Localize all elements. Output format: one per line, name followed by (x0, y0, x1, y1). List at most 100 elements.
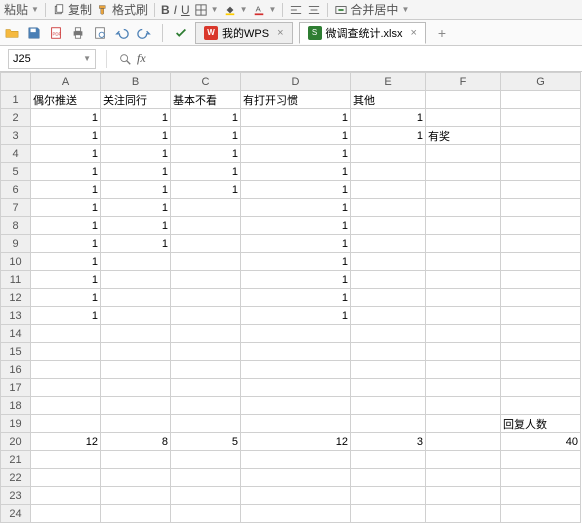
add-tab-button[interactable]: + (432, 25, 452, 41)
cell-A18[interactable] (31, 397, 101, 415)
row-header-22[interactable]: 22 (1, 469, 31, 487)
row-header-14[interactable]: 14 (1, 325, 31, 343)
cell-B21[interactable] (101, 451, 171, 469)
row-header-20[interactable]: 20 (1, 433, 31, 451)
cell-B9[interactable]: 1 (101, 235, 171, 253)
cell-C19[interactable] (171, 415, 241, 433)
cell-E2[interactable]: 1 (351, 109, 426, 127)
cell-E5[interactable] (351, 163, 426, 181)
cell-A7[interactable]: 1 (31, 199, 101, 217)
row-header-9[interactable]: 9 (1, 235, 31, 253)
cell-G4[interactable] (501, 145, 581, 163)
cell-E23[interactable] (351, 487, 426, 505)
cell-E20[interactable]: 3 (351, 433, 426, 451)
cell-E4[interactable] (351, 145, 426, 163)
cell-F24[interactable] (426, 505, 501, 523)
column-header-F[interactable]: F (426, 73, 501, 91)
cell-G20[interactable]: 40 (501, 433, 581, 451)
print-preview-button[interactable] (92, 25, 108, 41)
format-painter-button[interactable]: 格式刷 (96, 1, 148, 18)
cell-G18[interactable] (501, 397, 581, 415)
cell-A21[interactable] (31, 451, 101, 469)
cell-E19[interactable] (351, 415, 426, 433)
row-header-18[interactable]: 18 (1, 397, 31, 415)
cell-G10[interactable] (501, 253, 581, 271)
cell-F10[interactable] (426, 253, 501, 271)
cell-D4[interactable]: 1 (241, 145, 351, 163)
cell-A2[interactable]: 1 (31, 109, 101, 127)
cell-F7[interactable] (426, 199, 501, 217)
tab-my-wps[interactable]: W 我的WPS × (195, 22, 293, 44)
cell-E12[interactable] (351, 289, 426, 307)
row-header-1[interactable]: 1 (1, 91, 31, 109)
save-button[interactable] (26, 25, 42, 41)
cell-G19[interactable]: 回复人数 (501, 415, 581, 433)
row-header-23[interactable]: 23 (1, 487, 31, 505)
cell-E10[interactable] (351, 253, 426, 271)
cell-D15[interactable] (241, 343, 351, 361)
cell-F8[interactable] (426, 217, 501, 235)
cell-A15[interactable] (31, 343, 101, 361)
cell-G9[interactable] (501, 235, 581, 253)
cell-B23[interactable] (101, 487, 171, 505)
cell-E6[interactable] (351, 181, 426, 199)
cell-B19[interactable] (101, 415, 171, 433)
cell-C3[interactable]: 1 (171, 127, 241, 145)
cell-C10[interactable] (171, 253, 241, 271)
row-header-5[interactable]: 5 (1, 163, 31, 181)
cell-C15[interactable] (171, 343, 241, 361)
cell-F20[interactable] (426, 433, 501, 451)
cell-C5[interactable]: 1 (171, 163, 241, 181)
cell-C6[interactable]: 1 (171, 181, 241, 199)
cell-E9[interactable] (351, 235, 426, 253)
cell-E18[interactable] (351, 397, 426, 415)
cell-A9[interactable]: 1 (31, 235, 101, 253)
undo-button[interactable] (114, 25, 130, 41)
cell-F9[interactable] (426, 235, 501, 253)
row-header-21[interactable]: 21 (1, 451, 31, 469)
row-header-13[interactable]: 13 (1, 307, 31, 325)
cell-G17[interactable] (501, 379, 581, 397)
cell-D3[interactable]: 1 (241, 127, 351, 145)
cell-D11[interactable]: 1 (241, 271, 351, 289)
zoom-icon[interactable] (117, 51, 133, 67)
cell-G7[interactable] (501, 199, 581, 217)
bold-button[interactable]: B (161, 3, 170, 17)
cell-A24[interactable] (31, 505, 101, 523)
cell-G15[interactable] (501, 343, 581, 361)
cell-B18[interactable] (101, 397, 171, 415)
row-header-17[interactable]: 17 (1, 379, 31, 397)
cell-F22[interactable] (426, 469, 501, 487)
cell-E14[interactable] (351, 325, 426, 343)
cell-D18[interactable] (241, 397, 351, 415)
cell-C22[interactable] (171, 469, 241, 487)
paste-button[interactable]: 粘贴▼ (4, 1, 39, 18)
cell-B3[interactable]: 1 (101, 127, 171, 145)
close-icon[interactable]: × (411, 27, 417, 39)
close-icon[interactable]: × (277, 27, 283, 39)
cell-E15[interactable] (351, 343, 426, 361)
cell-C20[interactable]: 5 (171, 433, 241, 451)
cell-A16[interactable] (31, 361, 101, 379)
cell-A12[interactable]: 1 (31, 289, 101, 307)
cell-C18[interactable] (171, 397, 241, 415)
cell-D9[interactable]: 1 (241, 235, 351, 253)
cell-F13[interactable] (426, 307, 501, 325)
name-box[interactable]: J25 ▼ (8, 49, 96, 69)
fx-label[interactable]: fx (137, 51, 146, 66)
cell-D10[interactable]: 1 (241, 253, 351, 271)
cell-D7[interactable]: 1 (241, 199, 351, 217)
border-button[interactable]: ▼ (194, 3, 219, 17)
cell-E11[interactable] (351, 271, 426, 289)
tab-file[interactable]: S 微调查统计.xlsx × (299, 22, 426, 44)
cell-E16[interactable] (351, 361, 426, 379)
merge-center-button[interactable]: 合并居中▼ (334, 1, 409, 18)
cell-G21[interactable] (501, 451, 581, 469)
cell-A1[interactable]: 偶尔推送 (31, 91, 101, 109)
cell-C2[interactable]: 1 (171, 109, 241, 127)
cell-E17[interactable] (351, 379, 426, 397)
cell-B22[interactable] (101, 469, 171, 487)
cell-C12[interactable] (171, 289, 241, 307)
cell-G23[interactable] (501, 487, 581, 505)
cell-A19[interactable] (31, 415, 101, 433)
